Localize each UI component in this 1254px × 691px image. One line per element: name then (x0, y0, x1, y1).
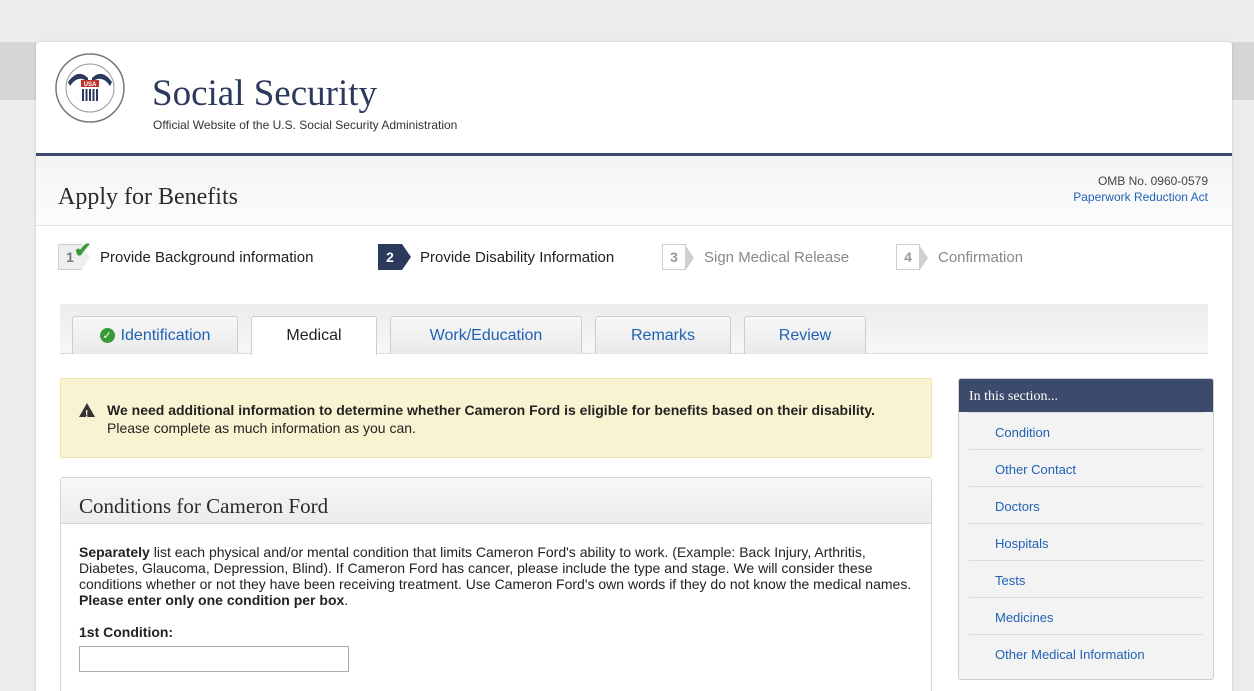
nav-link-condition[interactable]: Condition (969, 412, 1203, 449)
instructions-text: list each physical and/or mental conditi… (79, 544, 912, 592)
step-label: Confirmation (938, 248, 1024, 266)
step-label: Sign Medical Release (704, 248, 850, 266)
step-background-information: 1 ✔ Provide Background information (58, 239, 314, 274)
page-band-right (1232, 42, 1254, 100)
tab-label: Work/Education (429, 326, 543, 344)
nav-link-hospitals[interactable]: Hospitals (969, 523, 1203, 560)
step-disability-information: 2 Provide Disability Information (378, 240, 614, 274)
page-title: Apply for Benefits (58, 184, 238, 210)
step-medical-release: 3 Sign Medical Release (662, 240, 849, 274)
tab-work-education[interactable]: Work/Education (390, 316, 582, 354)
alert-text: Please complete as much information as y… (107, 420, 416, 436)
paperwork-reduction-link[interactable]: Paperwork Reduction Act (1073, 190, 1208, 204)
progress-steps: 1 ✔ Provide Background information 2 Pro… (58, 239, 1208, 274)
section-navigation: In this section... Condition Other Conta… (958, 378, 1214, 680)
tab-remarks[interactable]: Remarks (595, 316, 731, 354)
instructions-end: . (344, 592, 349, 608)
site-subtitle: Official Website of the U.S. Social Secu… (153, 118, 458, 132)
tab-medical[interactable]: Medical (251, 316, 377, 355)
tab-review[interactable]: Review (744, 316, 866, 354)
step-number: 2 (378, 244, 411, 270)
nav-link-other-medical-information[interactable]: Other Medical Information (969, 634, 1203, 671)
conditions-instructions: Separately list each physical and/or men… (79, 544, 913, 608)
condition-1-input[interactable] (79, 646, 349, 672)
step-label: Provide Disability Information (420, 248, 615, 266)
condition-1-label: 1st Condition: (79, 624, 174, 640)
alert-bold-text: We need additional information to determ… (107, 402, 876, 418)
step-label: Provide Background information (100, 248, 314, 266)
omb-info: OMB No. 0960-0579 Paperwork Reduction Ac… (1073, 174, 1208, 204)
checkmark-icon: ✔ (74, 239, 92, 262)
step-confirmation: 4 Confirmation (896, 240, 1023, 274)
eligibility-alert: ! We need additional information to dete… (60, 378, 932, 458)
instructions-emphasis: Separately (79, 544, 150, 560)
page-band-left (0, 42, 36, 100)
site-title[interactable]: Social Security (152, 72, 377, 115)
section-tabs: ✓ Identification Medical Work/Education … (60, 304, 1208, 355)
tab-label: Medical (286, 327, 342, 344)
tab-label: Remarks (630, 326, 695, 344)
step-number: 4 (896, 244, 928, 271)
panel-body: Separately list each physical and/or men… (61, 524, 931, 672)
section-nav-title: In this section... (959, 379, 1213, 412)
tab-label: Review (778, 326, 832, 344)
step-number: 3 (662, 244, 694, 271)
tab-label: Identification (120, 326, 211, 344)
nav-link-doctors[interactable]: Doctors (969, 486, 1203, 523)
seal-usa-text: USA (84, 82, 97, 88)
page-container: USA Social Security Official Website of … (36, 42, 1232, 691)
panel-title: Conditions for Cameron Ford (61, 478, 931, 524)
browser-background (0, 0, 1254, 42)
instructions-emphasis-2: Please enter only one condition per box (79, 592, 345, 608)
ssa-seal-logo[interactable]: USA (54, 52, 126, 124)
nav-link-tests[interactable]: Tests (969, 560, 1203, 597)
nav-link-medicines[interactable]: Medicines (969, 597, 1203, 634)
warning-icon: ! (79, 403, 95, 420)
check-circle-icon: ✓ (99, 328, 115, 343)
omb-number: OMB No. 0960-0579 (1097, 174, 1208, 188)
site-header: USA Social Security Official Website of … (36, 42, 1232, 156)
conditions-panel: Conditions for Cameron Ford Separately l… (60, 477, 932, 691)
tab-identification[interactable]: ✓ Identification (72, 316, 238, 354)
nav-link-other-contact[interactable]: Other Contact (969, 449, 1203, 486)
app-title-bar: Apply for Benefits OMB No. 0960-0579 Pap… (36, 156, 1232, 226)
